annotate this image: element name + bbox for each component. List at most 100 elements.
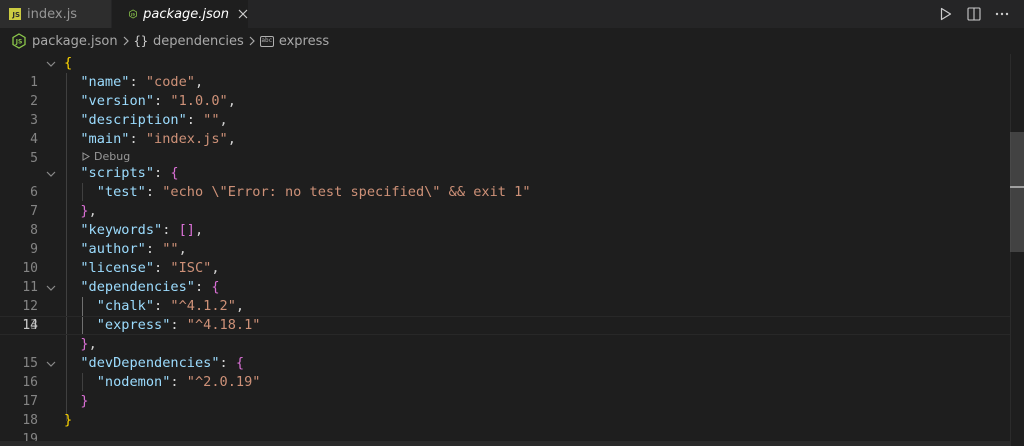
scrollbar-thumb[interactable] [1010,132,1024,252]
play-icon [82,151,90,161]
breadcrumb-dependencies[interactable]: {} dependencies [134,34,244,49]
json-string: "echo \"Error: no test specified\" && ex… [162,184,531,200]
breadcrumb: JS package.json {} dependencies abc expr… [0,28,1024,54]
code-text: "express": "^4.18.1" [96,317,261,333]
code-line: 17 "nodemon": "^2.0.19" [0,373,1010,409]
json-string: "" [203,112,220,128]
json-string: "1.0.0" [170,93,228,109]
code-text: }, [80,203,97,219]
codelens-label: Debug [94,149,131,163]
chevron-right-icon [248,36,256,46]
close-brace: } [80,203,89,219]
json-key: "express" [96,317,171,333]
js-file-icon: JS [9,8,21,20]
json-key: "chalk" [96,298,155,314]
json-key: "version" [80,93,155,109]
json-string: "^4.1.2" [170,298,236,314]
code-line: 7 "test": "echo \"Error: no test specifi… [0,183,1010,219]
more-actions-icon[interactable] [992,4,1012,24]
code-line: 11 "license": "ISC", [0,259,1010,295]
json-string: "code" [145,74,195,90]
json-string: "^4.18.1" [186,317,261,333]
code-text: "test": "echo \"Error: no test specified… [96,184,531,200]
code-line: 19 } [0,411,1010,446]
editor-actions [936,0,1012,28]
breadcrumb-file[interactable]: JS package.json [12,33,118,49]
json-key: "keywords" [80,222,163,238]
nodejs-file-icon: JS [129,9,137,19]
close-brace: } [80,393,89,409]
chevron-down-icon[interactable] [45,54,57,73]
json-key: "author" [80,241,146,257]
breadcrumb-express-label: express [278,33,330,49]
code-line: 18 } [0,392,1010,428]
code-line: 13 "chalk": "^4.1.2", [0,297,1010,333]
line-number: 14 [22,318,38,333]
code-text: "keywords": [], [80,222,204,238]
svg-text:JS: JS [130,12,135,16]
breadcrumb-dependencies-label: dependencies [153,33,244,49]
open-brace: { [211,279,220,295]
json-key: "license" [80,260,155,276]
code-text: { [64,54,72,73]
code-line: 3 "version": "1.0.0", [0,92,1010,128]
json-key: "main" [80,131,130,147]
code-text: } [64,411,72,430]
run-icon[interactable] [936,4,956,24]
code-text: "devDependencies": { [80,355,245,371]
code-text: "license": "ISC", [80,260,220,276]
json-key: "scripts" [80,165,155,181]
code-text: }, [80,336,97,352]
json-key: "description" [80,112,187,128]
json-key: "test" [96,184,146,200]
object-braces-icon: {} [133,34,149,48]
json-string: "" [162,241,179,257]
breadcrumb-express[interactable]: abc express [259,33,330,49]
code-text: "nodemon": "^2.0.19" [96,374,261,390]
close-icon[interactable] [238,7,248,21]
tab-package-json[interactable]: JS package.json [112,0,248,28]
code-text: } [64,392,89,411]
code-line: 8 }, [0,202,1010,238]
code-line: 4 "description": "", [0,111,1010,147]
tab-label: package.json [143,6,229,22]
code-line: 6 "scripts": { [0,164,1010,200]
chevron-right-icon [122,36,130,46]
code-editor[interactable]: 1 { 2 "name": "code", 3 "version": "1.0.… [0,54,1024,446]
tab-index-js[interactable]: JS index.js [0,0,112,28]
tab-bar: JS index.js JS package.json [0,0,1024,28]
code-line-current: 14 "express": "^4.18.1" [0,316,1010,335]
chevron-down-icon[interactable] [45,354,57,373]
code-line: 1 { [0,54,1010,90]
debug-codelens[interactable]: Debug [82,149,130,163]
code-text: "name": "code", [80,74,204,90]
code-line: 12 "dependencies": { [0,278,1010,314]
horizontal-scrollbar[interactable] [0,441,1010,446]
json-key: "devDependencies" [80,355,220,371]
json-string: "^2.0.19" [186,374,261,390]
json-array: [] [178,222,195,238]
json-key: "nodemon" [96,374,171,390]
open-brace: { [235,355,245,371]
open-brace: { [64,55,73,71]
code-text: "version": "1.0.0", [80,93,236,109]
tab-label: index.js [27,6,78,22]
code-line: 15 }, [0,335,1010,371]
chevron-down-icon[interactable] [45,278,57,297]
code-text: "author": "", [80,241,187,257]
code-line: 9 "keywords": [], [0,221,1010,257]
breadcrumb-file-label: package.json [32,33,118,49]
svg-text:JS: JS [15,39,23,46]
editor-window: JS index.js JS package.json JS package.j… [0,0,1024,446]
split-editor-icon[interactable] [964,4,984,24]
close-brace: } [80,336,89,352]
code-text: "description": "", [80,112,228,128]
nodejs-file-icon: JS [12,33,26,49]
string-abc-icon: abc [259,35,274,47]
chevron-down-icon[interactable] [45,164,57,183]
open-brace: { [170,165,179,181]
code-text: "scripts": { [80,165,179,181]
code-text: "chalk": "^4.1.2", [96,298,245,314]
json-key: "dependencies" [80,279,195,295]
code-line: 16 "devDependencies": { [0,354,1010,390]
